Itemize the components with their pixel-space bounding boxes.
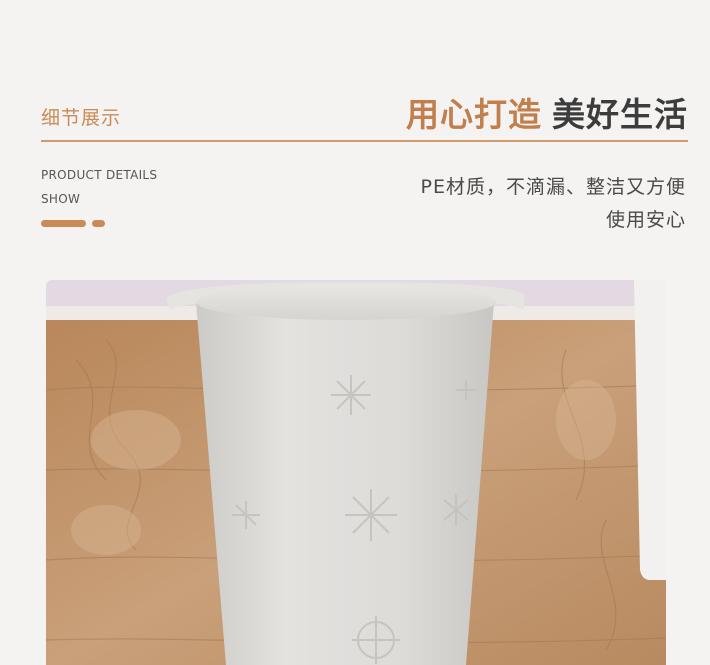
headline-accent: 用心打造 — [406, 95, 542, 134]
description-line-1: PE材质，不滴漏、整洁又方便 — [420, 176, 686, 198]
headline: 用心打造 美好生活 — [406, 88, 688, 136]
description-line-2: 使用安心 — [605, 209, 686, 231]
decorative-pill-short — [92, 220, 105, 227]
headline-dark: 美好生活 — [552, 95, 688, 134]
subtitle-line-1: PRODUCT DETAILS — [41, 168, 158, 182]
subtitle-line-2: SHOW — [41, 192, 81, 206]
decorative-pill-long — [41, 220, 86, 227]
product-photo — [46, 280, 666, 665]
divider-rule — [41, 140, 688, 142]
section-label: 细节展示 — [41, 107, 122, 129]
